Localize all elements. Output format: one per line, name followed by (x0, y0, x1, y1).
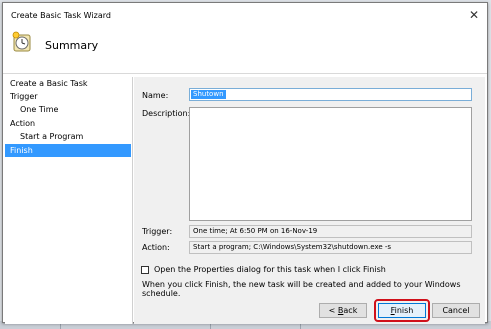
sidebar-item-start-a-program: Start a Program (20, 132, 84, 141)
finish-button-rest: inish (394, 306, 414, 315)
cancel-button[interactable]: Cancel (432, 303, 480, 318)
name-label: Name: (142, 91, 169, 100)
description-field[interactable] (189, 107, 472, 221)
sidebar-item-trigger: Trigger (10, 92, 38, 101)
sidebar-item-create-basic-task: Create a Basic Task (10, 79, 88, 88)
open-properties-label[interactable]: Open the Properties dialog for this task… (154, 265, 386, 274)
close-button[interactable]: ✕ (465, 7, 483, 23)
summary-panel: Name: Shutown Description: Trigger: One … (134, 77, 485, 324)
title-bar: Create Basic Task Wizard ✕ (3, 3, 487, 25)
header-divider (3, 73, 487, 74)
finish-info-text: When you click Finish, the new task will… (142, 280, 461, 298)
back-button[interactable]: < Back (319, 303, 367, 318)
finish-button[interactable]: Finish (378, 303, 426, 318)
wizard-steps-sidebar: Create a Basic Task Trigger One Time Act… (5, 77, 133, 324)
open-properties-checkbox[interactable] (141, 266, 149, 274)
description-label: Description: (142, 109, 191, 118)
back-button-prefix: < (328, 306, 338, 315)
sidebar-item-action: Action (10, 119, 36, 128)
wizard-header: Summary (3, 25, 487, 73)
page-title: Summary (45, 39, 99, 52)
trigger-value: One time; At 6:50 PM on 16-Nov-19 (189, 225, 472, 238)
name-field[interactable]: Shutown (189, 88, 472, 101)
name-value: Shutown (191, 90, 226, 99)
window-title: Create Basic Task Wizard (11, 11, 111, 20)
back-button-rest: ack (343, 306, 358, 315)
clock-task-icon (12, 31, 31, 52)
action-label: Action: (142, 243, 170, 252)
sidebar-item-one-time: One Time (20, 105, 59, 114)
action-value: Start a program; C:\Windows\System32\shu… (189, 241, 472, 254)
sidebar-item-finish: Finish (5, 144, 131, 157)
create-basic-task-dialog: Create Basic Task Wizard ✕ Summary Creat… (2, 2, 488, 324)
trigger-label: Trigger: (142, 227, 173, 236)
